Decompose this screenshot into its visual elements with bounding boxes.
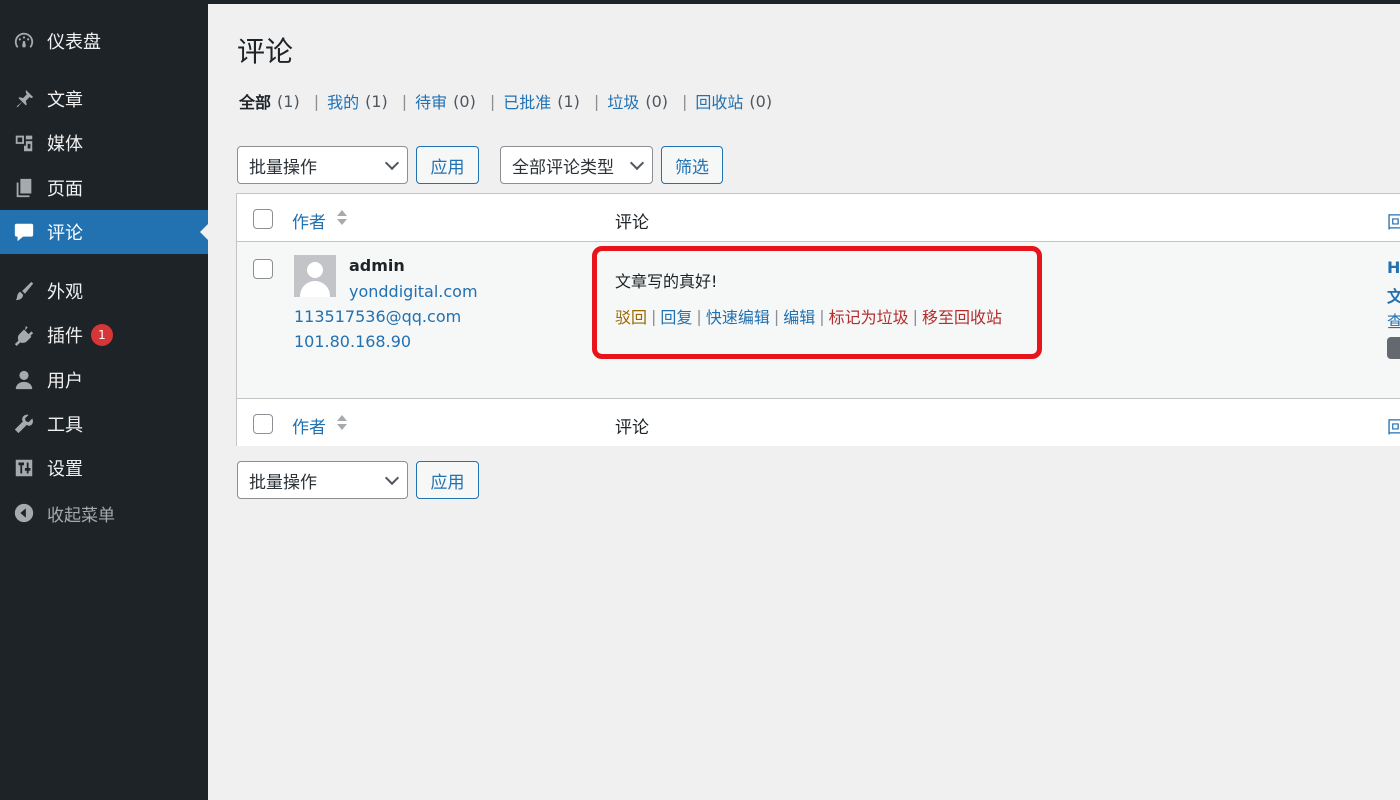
chevron-down-icon [384,155,400,171]
response-post-link[interactable]: H [1387,258,1400,277]
sidebar-item-label: 评论 [47,223,83,244]
filter-trash[interactable]: 回收站 [695,89,743,113]
response-post-title[interactable]: 文 [1387,283,1400,307]
filter-button[interactable]: 筛选 [661,146,723,184]
sidebar-item-label: 媒体 [47,134,83,155]
filter-mine-count: (1) [365,91,388,111]
comment-count-bubble-icon[interactable] [1387,337,1400,359]
filter-all-count: (1) [277,91,300,111]
sidebar-item-label: 用户 [47,371,83,392]
sidebar-item-label: 页面 [47,179,83,200]
table-footer: 作者 评论 回 [237,398,1400,446]
filter-pending-count: (0) [453,91,476,111]
sidebar-item-appearance[interactable]: 外观 [0,269,208,313]
sidebar-item-users[interactable]: 用户 [0,358,208,402]
settings-icon [12,456,36,480]
sort-icon[interactable] [337,413,347,433]
filter-separator: | [593,91,600,111]
comment-author-ip[interactable]: 101.80.168.90 [294,332,411,351]
author-column-header[interactable]: 作者 [292,208,326,233]
filter-separator: | [682,91,688,111]
collapse-menu-button[interactable]: 收起菜单 [0,491,208,535]
comment-column-header: 评论 [615,213,649,233]
page-icon [12,176,36,200]
filter-separator: | [313,91,320,111]
filter-all[interactable]: 全部 [239,89,271,113]
bulk-actions-select-top[interactable]: 批量操作 [237,146,408,184]
sidebar-item-comments[interactable]: 评论 [0,210,208,254]
sidebar-item-tools[interactable]: 工具 [0,402,208,446]
comment-type-select[interactable]: 全部评论类型 [500,146,653,184]
in-response-to-column-header[interactable]: 回 [1387,208,1400,233]
sidebar-item-label: 收起菜单 [47,505,115,526]
sidebar-item-label: 设置 [47,459,83,480]
select-all-checkbox-bottom[interactable] [253,414,273,434]
plugin-icon [12,323,36,347]
user-icon [12,368,36,392]
admin-sidebar: 仪表盘 文章 媒体 页面 评论 外观 插件 1 用户 工具 设置 收起菜单 [0,0,208,800]
in-response-to-column-footer[interactable]: 回 [1387,413,1400,438]
bulk-actions-value: 批量操作 [249,157,317,178]
collapse-icon [12,501,36,525]
sidebar-item-label: 工具 [47,415,83,436]
view-post-link[interactable]: 查 [1387,308,1400,332]
filter-separator: | [489,91,496,111]
avatar-head [307,262,323,278]
filter-spam[interactable]: 垃圾 [607,89,639,113]
filter-mine[interactable]: 我的 [327,89,359,113]
comment-author-email[interactable]: 113517536@qq.com [294,307,461,326]
sidebar-item-label: 外观 [47,282,83,303]
sidebar-item-label: 仪表盘 [47,32,101,53]
comment-icon [12,220,36,244]
filter-approved[interactable]: 已批准 [503,89,551,113]
dashboard-icon [12,29,36,53]
comment-author-url[interactable]: yonddigital.com [349,282,478,301]
avatar-body [300,281,330,297]
comment-author-name: admin [349,256,405,275]
highlight-annotation-box [592,246,1042,359]
select-all-checkbox[interactable] [253,209,273,229]
row-checkbox[interactable] [253,259,273,279]
filter-approved-count: (1) [557,91,580,111]
apply-button-top[interactable]: 应用 [416,146,479,184]
filter-separator: | [401,91,408,111]
comment-type-value: 全部评论类型 [512,157,614,178]
update-count-badge: 1 [91,324,113,346]
sidebar-item-plugins[interactable]: 插件 1 [0,313,208,357]
admin-top-bar [0,0,1400,4]
brush-icon [12,279,36,303]
apply-button-bottom[interactable]: 应用 [416,461,479,499]
sort-icon[interactable] [337,208,347,228]
sidebar-item-media[interactable]: 媒体 [0,121,208,165]
pin-icon [12,87,36,111]
media-icon [12,131,36,155]
sidebar-item-posts[interactable]: 文章 [0,77,208,121]
sidebar-item-dashboard[interactable]: 仪表盘 [0,19,208,63]
comment-status-filters: 全部 (1) | 我的 (1) | 待审 (0) | 已批准 (1) | 垃圾 … [239,89,772,113]
bulk-actions-select-bottom[interactable]: 批量操作 [237,461,408,499]
sidebar-item-pages[interactable]: 页面 [0,166,208,210]
filter-spam-count: (0) [645,91,668,111]
avatar [294,255,336,297]
sidebar-item-label: 插件 [47,326,83,347]
comment-column-footer: 评论 [615,418,649,438]
filter-trash-count: (0) [749,91,773,111]
sidebar-item-label: 文章 [47,90,83,111]
page-title: 评论 [237,35,294,68]
sidebar-item-settings[interactable]: 设置 [0,446,208,490]
filter-pending[interactable]: 待审 [415,89,447,113]
chevron-down-icon [629,155,645,171]
wrench-icon [12,412,36,436]
chevron-down-icon [384,470,400,486]
bulk-actions-value: 批量操作 [249,472,317,493]
author-column-footer[interactable]: 作者 [292,413,326,438]
table-header: 作者 评论 回 [237,194,1400,242]
